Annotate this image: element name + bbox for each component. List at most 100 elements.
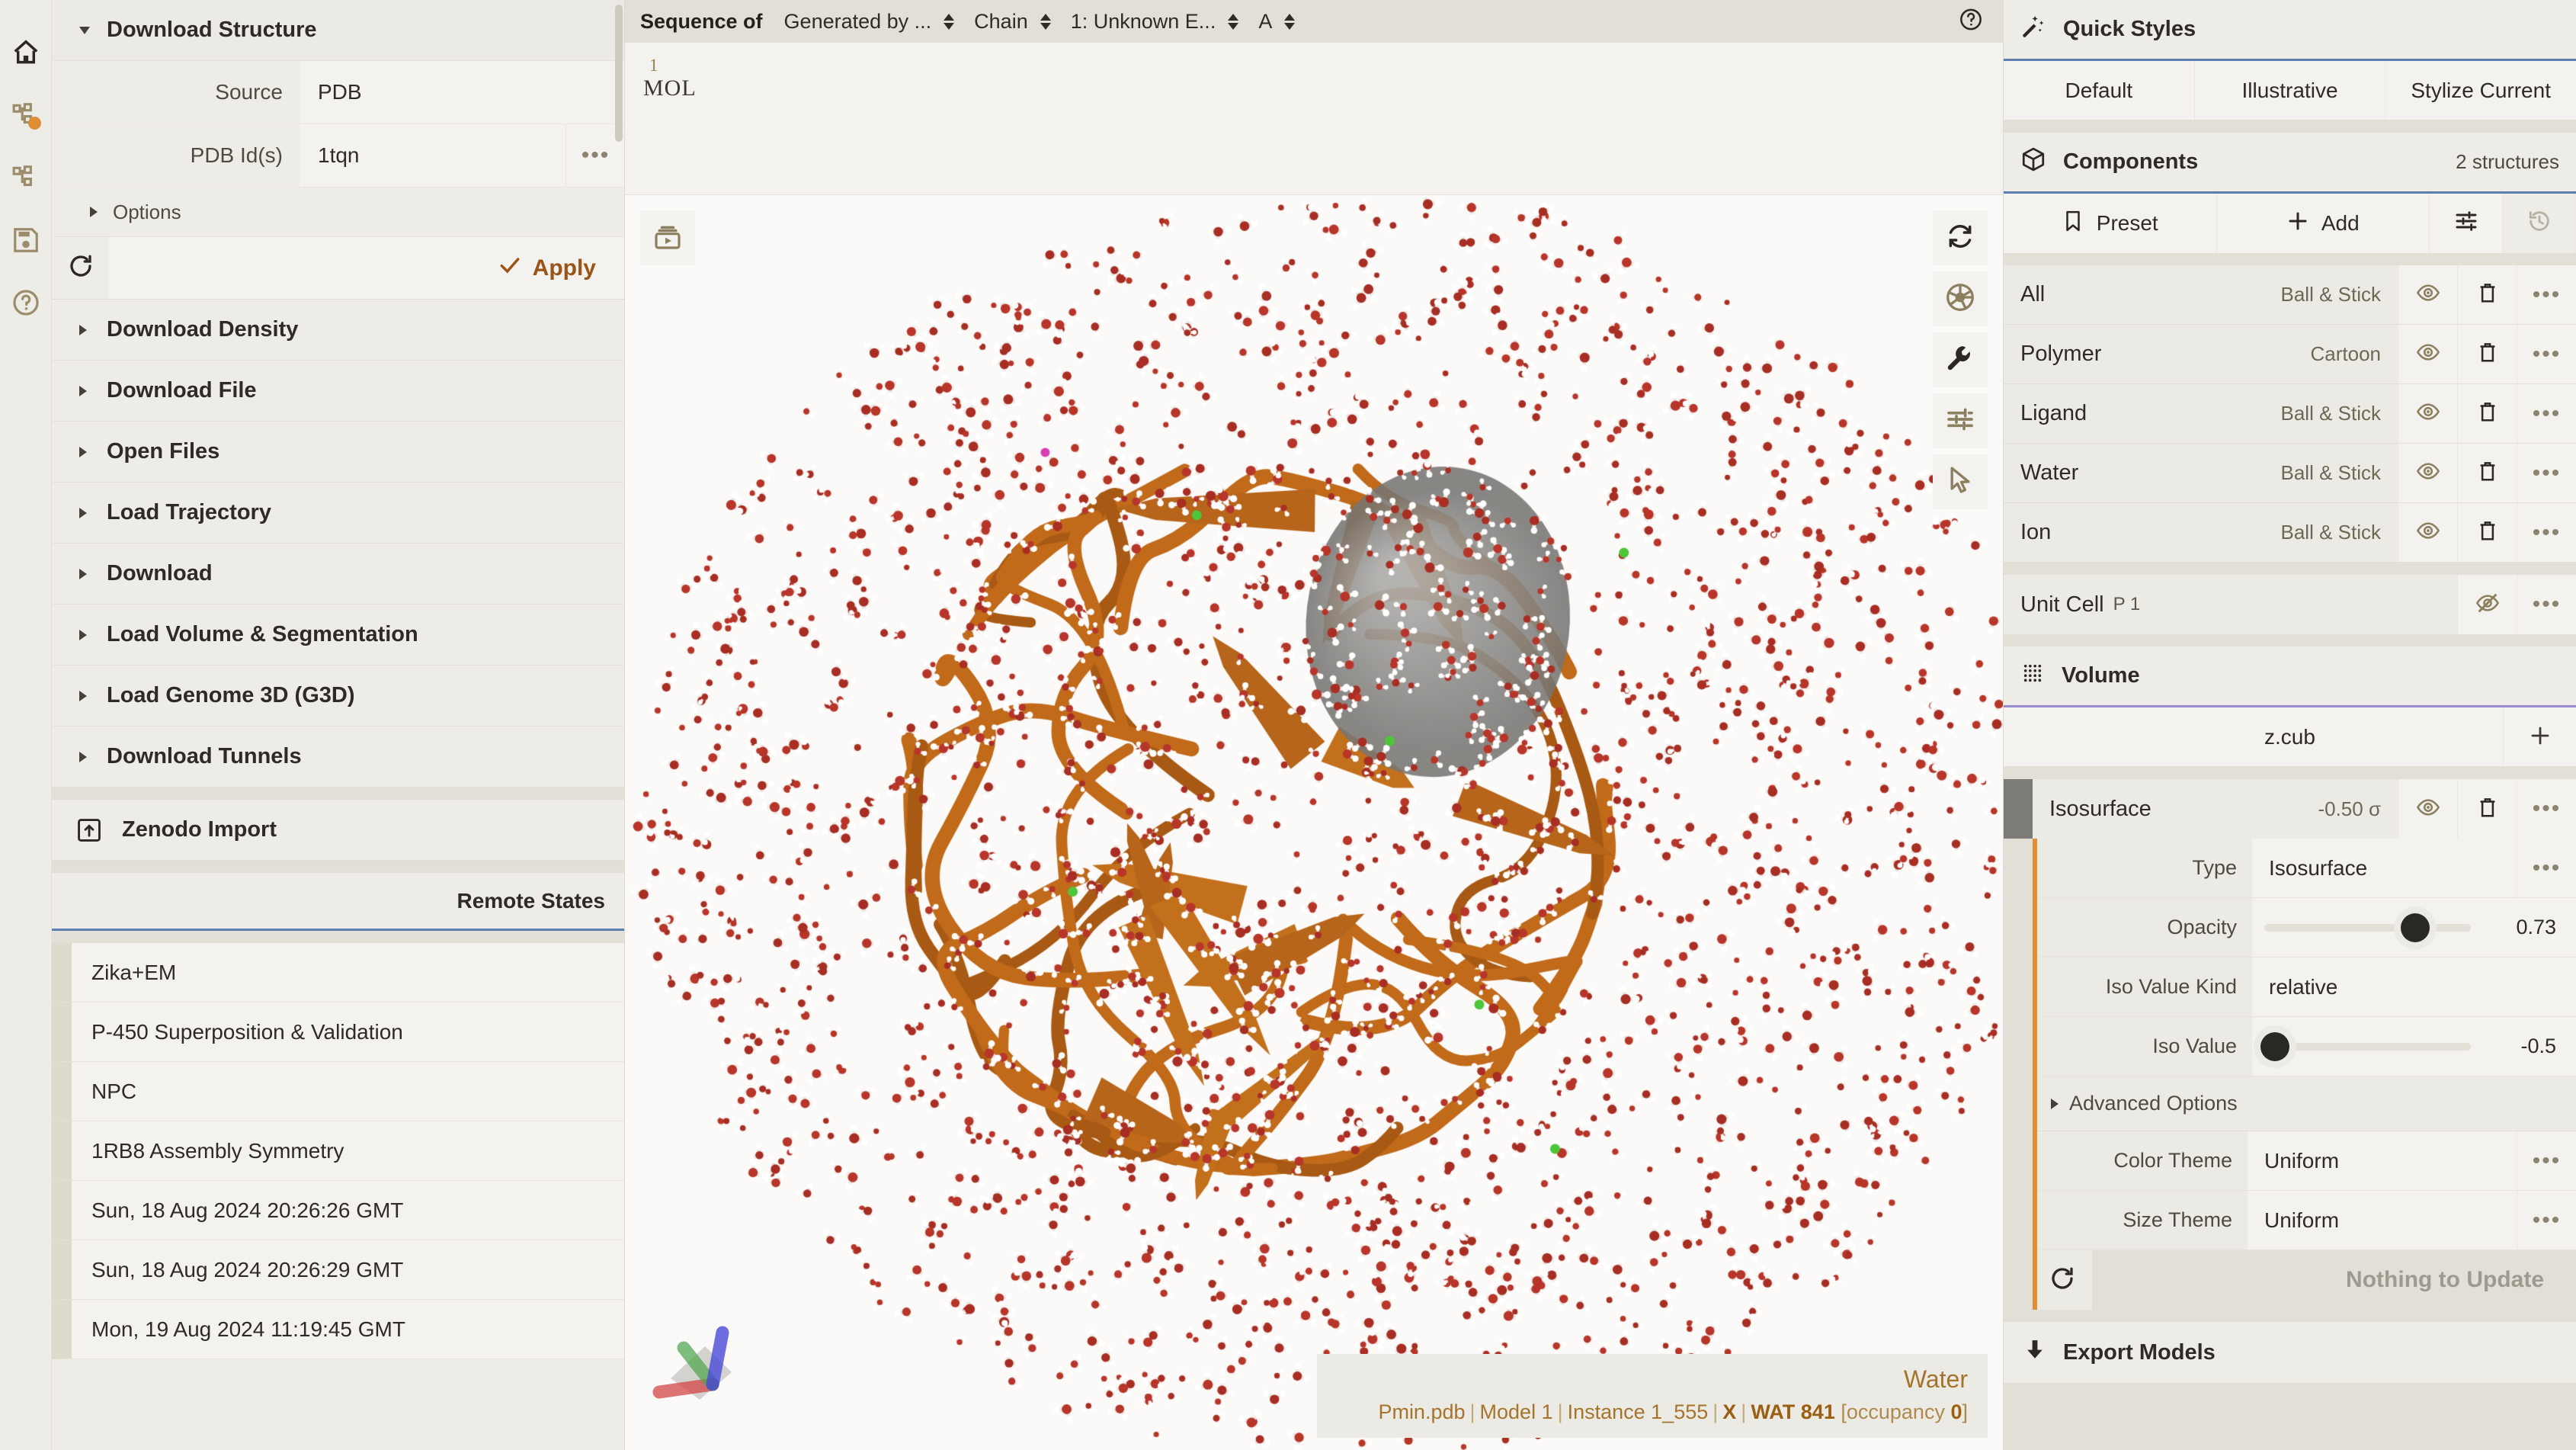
unit-cell-label[interactable]: Unit Cell P 1 <box>2004 575 2457 634</box>
param-more-type[interactable]: ••• <box>2517 839 2576 897</box>
section-load-volume-segmentation[interactable]: Load Volume & Segmentation <box>52 605 624 666</box>
left-panel-scrollbar[interactable] <box>614 0 624 1450</box>
isosurface-color-swatch[interactable] <box>2004 779 2033 839</box>
slider-thumb[interactable] <box>2260 1031 2289 1061</box>
param-value-color-theme[interactable]: Uniform <box>2248 1131 2517 1190</box>
sequence-residue-code[interactable]: MOL <box>643 74 2003 103</box>
animation-button[interactable] <box>640 210 695 265</box>
preset-button[interactable]: Preset <box>2004 194 2217 253</box>
remove-component-button[interactable] <box>2457 503 2517 562</box>
export-models-header[interactable]: Export Models <box>2004 1322 2576 1383</box>
sequence-help-button[interactable] <box>1959 8 1983 36</box>
component-label[interactable]: Ion <box>2004 503 2281 562</box>
component-label[interactable]: All <box>2004 265 2281 324</box>
scrollbar-thumb[interactable] <box>615 5 623 142</box>
list-item[interactable]: Sun, 18 Aug 2024 20:26:26 GMT <box>52 1181 624 1240</box>
entity-kind-select[interactable]: Chain <box>974 10 1051 34</box>
remove-component-button[interactable] <box>2457 444 2517 502</box>
section-load-genome-3d[interactable]: Load Genome 3D (G3D) <box>52 666 624 727</box>
list-item[interactable]: P-450 Superposition & Validation <box>52 1002 624 1062</box>
update-button[interactable]: Nothing to Update <box>2092 1250 2576 1310</box>
component-representation[interactable]: Ball & Stick <box>2281 265 2398 324</box>
row-options[interactable]: Options <box>52 188 624 237</box>
component-more-button[interactable]: ••• <box>2517 575 2576 634</box>
component-representation[interactable]: Ball & Stick <box>2281 444 2398 502</box>
component-options-button[interactable] <box>2430 194 2503 253</box>
component-more-button[interactable]: ••• <box>2517 325 2576 383</box>
list-item[interactable]: Zika+EM <box>52 943 624 1002</box>
param-value-type[interactable]: Isosurface <box>2252 839 2517 897</box>
toggle-visibility-button[interactable] <box>2457 575 2517 634</box>
zenodo-import-button[interactable]: Zenodo Import <box>52 800 624 861</box>
rail-button-state[interactable] <box>0 146 52 209</box>
isosurface-more-button[interactable]: ••• <box>2517 779 2576 839</box>
component-more-button[interactable]: ••• <box>2517 503 2576 562</box>
molecule-canvas[interactable] <box>625 195 2003 1450</box>
quick-style-illustrative-button[interactable]: Illustrative <box>2195 61 2386 120</box>
volume-file-row[interactable]: z.cub <box>2004 707 2576 767</box>
quick-styles-header[interactable]: Quick Styles <box>2004 0 2576 61</box>
section-download-tunnels[interactable]: Download Tunnels <box>52 727 624 788</box>
remove-component-button[interactable] <box>2457 384 2517 443</box>
component-label[interactable]: Water <box>2004 444 2281 502</box>
section-download[interactable]: Download <box>52 544 624 605</box>
rail-button-help[interactable] <box>0 271 52 334</box>
quick-style-default-button[interactable]: Default <box>2004 61 2195 120</box>
sequence-display[interactable]: 1 MOL <box>625 43 2003 195</box>
list-item[interactable]: Sun, 18 Aug 2024 20:26:29 GMT <box>52 1240 624 1300</box>
tools-button[interactable] <box>1933 332 1988 387</box>
remote-states-header[interactable]: Remote States <box>52 873 624 931</box>
rail-button-home[interactable] <box>0 21 52 84</box>
toggle-visibility-button[interactable] <box>2398 325 2457 383</box>
section-download-density[interactable]: Download Density <box>52 300 624 361</box>
section-load-trajectory[interactable]: Load Trajectory <box>52 483 624 544</box>
list-item[interactable]: Mon, 19 Aug 2024 11:19:45 GMT <box>52 1300 624 1359</box>
param-value-size-theme[interactable]: Uniform <box>2248 1191 2517 1250</box>
slider-thumb[interactable] <box>2400 913 2430 942</box>
component-more-button[interactable]: ••• <box>2517 384 2576 443</box>
viewport-settings-button[interactable] <box>1933 393 1988 448</box>
list-item[interactable]: NPC <box>52 1062 624 1121</box>
param-value-iso-value-kind[interactable]: relative <box>2252 958 2576 1016</box>
opacity-slider[interactable]: 0.73 <box>2252 898 2576 957</box>
reset-parameters-button[interactable] <box>2033 1250 2092 1310</box>
quick-style-stylize-current-button[interactable]: Stylize Current <box>2385 61 2576 120</box>
select-source[interactable]: PDB <box>300 61 624 124</box>
add-component-button[interactable]: Add <box>2217 194 2430 253</box>
toggle-visibility-button[interactable] <box>2398 779 2457 839</box>
param-more-color-theme[interactable]: ••• <box>2517 1131 2576 1190</box>
input-pdb-ids[interactable]: 1tqn <box>300 124 566 187</box>
remove-component-button[interactable] <box>2457 265 2517 324</box>
entity-select[interactable]: 1: Unknown E... <box>1071 10 1239 34</box>
section-download-file[interactable]: Download File <box>52 361 624 422</box>
component-more-button[interactable]: ••• <box>2517 444 2576 502</box>
rail-button-data[interactable] <box>0 84 52 146</box>
slider-track[interactable] <box>2264 913 2471 942</box>
component-label[interactable]: Polymer <box>2004 325 2311 383</box>
3d-viewport[interactable]: Water Pmin.pdb | Model 1 | Instance 1_555 | X |… <box>625 195 2003 1450</box>
component-more-button[interactable]: ••• <box>2517 265 2576 324</box>
refresh-button[interactable] <box>52 237 109 299</box>
advanced-options-row[interactable]: Advanced Options <box>2037 1076 2576 1131</box>
structure-select[interactable]: Generated by ... <box>784 10 955 34</box>
chain-select[interactable]: A <box>1258 10 1296 34</box>
isosurface-label[interactable]: Isosurface <box>2033 779 2318 839</box>
reset-camera-button[interactable] <box>1933 210 1988 265</box>
slider-track[interactable] <box>2260 1031 2471 1061</box>
toggle-visibility-button[interactable] <box>2398 384 2457 443</box>
component-history-button[interactable] <box>2503 194 2576 253</box>
component-representation[interactable]: Ball & Stick <box>2281 503 2398 562</box>
selection-mode-button[interactable] <box>1933 454 1988 509</box>
rail-button-save[interactable] <box>0 209 52 271</box>
component-representation[interactable]: Cartoon <box>2311 325 2398 383</box>
volume-header[interactable]: Volume <box>2004 646 2576 707</box>
apply-button[interactable]: Apply <box>109 237 624 299</box>
screenshot-button[interactable] <box>1933 271 1988 326</box>
toggle-visibility-button[interactable] <box>2398 444 2457 502</box>
param-more-size-theme[interactable]: ••• <box>2517 1191 2576 1250</box>
components-header[interactable]: Components 2 structures <box>2004 133 2576 194</box>
component-label[interactable]: Ligand <box>2004 384 2281 443</box>
list-item[interactable]: 1RB8 Assembly Symmetry <box>52 1121 624 1181</box>
section-open-files[interactable]: Open Files <box>52 422 624 483</box>
component-representation[interactable]: Ball & Stick <box>2281 384 2398 443</box>
